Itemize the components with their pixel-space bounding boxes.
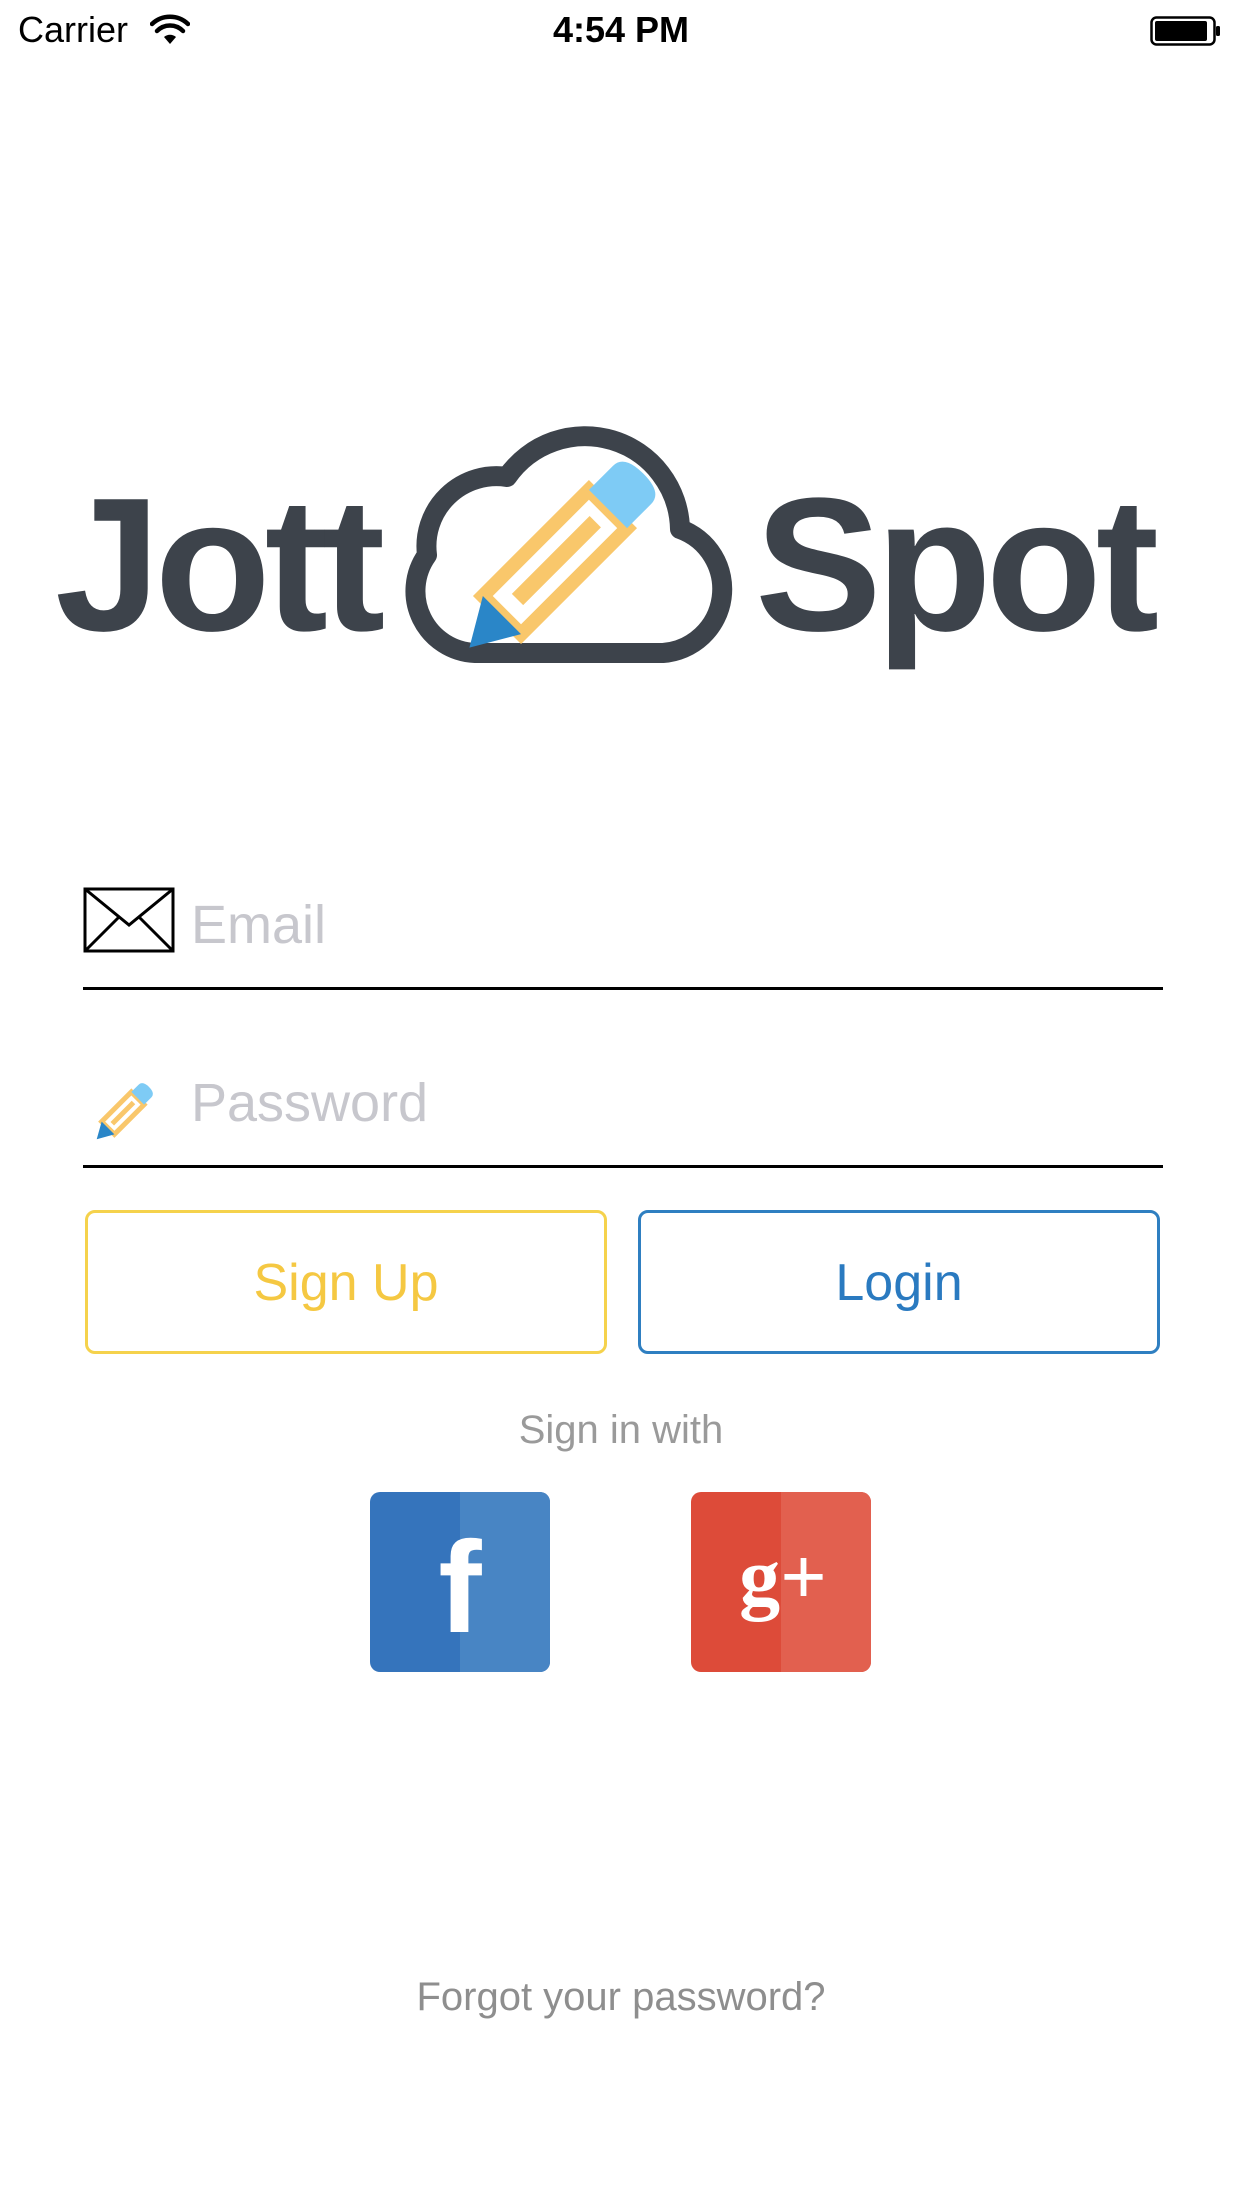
forgot-password-link[interactable]: Forgot your password? — [0, 1972, 1242, 2022]
google-plus-glyph: g+ — [739, 1531, 827, 1622]
password-field-row — [83, 1055, 1163, 1168]
pencil-icon — [96, 1083, 153, 1140]
facebook-icon: f — [370, 1492, 550, 1672]
signup-button[interactable]: Sign Up — [85, 1210, 607, 1354]
envelope-icon — [83, 887, 175, 953]
jottspot-logo: Jott Spot — [55, 426, 1163, 671]
google-plus-login-button[interactable]: g+ — [691, 1492, 871, 1672]
google-plus-icon: g+ — [691, 1492, 871, 1672]
email-field-row — [83, 877, 1163, 990]
facebook-login-button[interactable]: f — [370, 1492, 550, 1672]
facebook-glyph: f — [438, 1514, 482, 1660]
password-input[interactable] — [191, 1063, 1151, 1143]
status-time: 4:54 PM — [552, 9, 690, 50]
login-button[interactable]: Login — [638, 1210, 1160, 1354]
battery-icon — [1150, 16, 1220, 46]
status-bar: Carrier 4:54 PM — [0, 0, 1242, 60]
email-input[interactable] — [191, 885, 1151, 965]
sign-in-with-label: Sign in with — [518, 1408, 724, 1452]
logo-text-spot: Spot — [755, 459, 1157, 671]
logo-text-jott: Jott — [55, 459, 383, 671]
